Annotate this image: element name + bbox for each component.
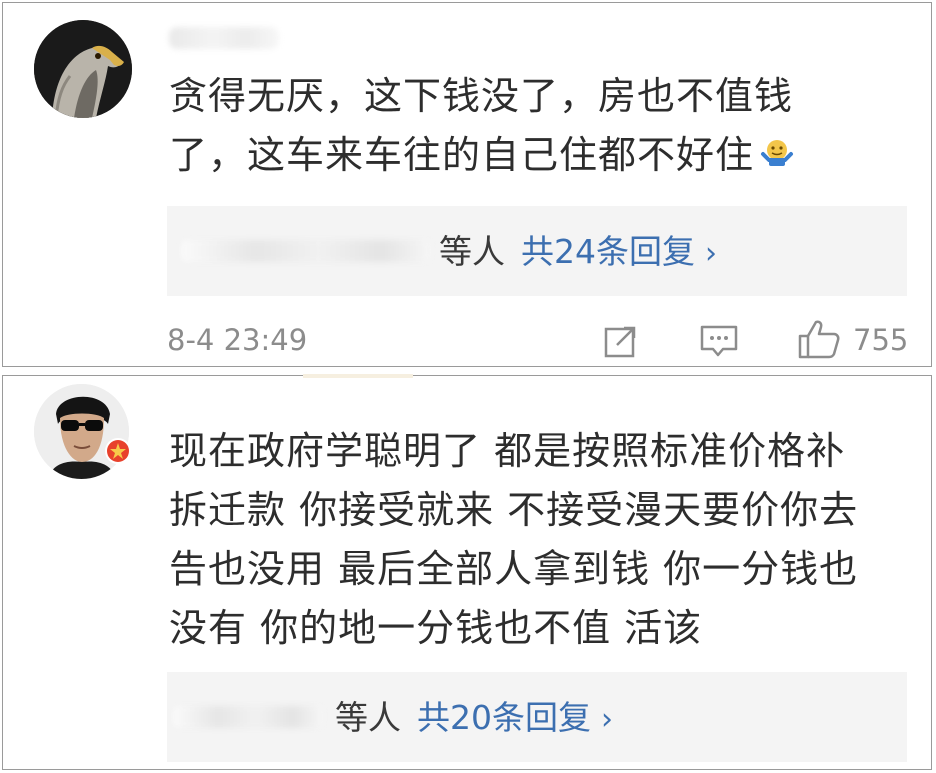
comment-card: 现在政府学聪明了 都是按照标准价格补 拆迁款 你接受就来 不接受漫天要价你去 告… (2, 374, 932, 770)
comment-icon[interactable] (699, 323, 739, 363)
comment-text: 现在政府学聪明了 都是按照标准价格补 拆迁款 你接受就来 不接受漫天要价你去 告… (169, 422, 858, 658)
reply-summary[interactable]: 等人 共24条回复 › (167, 206, 907, 296)
reply-suffix: 等人 (439, 232, 505, 271)
reply-suffix: 等人 (335, 698, 401, 737)
username-blurred[interactable] (169, 27, 279, 49)
reply-count-link[interactable]: 共24条回复 (521, 232, 695, 271)
comment-line: 了，这车来车往的自己住都不好住 (169, 133, 755, 177)
comment-text: 贪得无厌，这下钱没了，房也不值钱 了，这车来车往的自己住都不好住 (169, 67, 794, 187)
comment-time: 8-4 23:49 (167, 323, 308, 357)
replier-names-blurred (173, 706, 323, 728)
divider (303, 374, 413, 378)
reply-summary[interactable]: 等人 共20条回复 › (167, 672, 907, 762)
comment-line: 没有 你的地一分钱也不值 活该 (169, 606, 703, 650)
reply-count-link[interactable]: 共20条回复 (417, 698, 591, 737)
chevron-right-icon: › (705, 236, 717, 271)
like-count: 755 (853, 323, 909, 357)
comment-line: 现在政府学聪明了 都是按照标准价格补 (169, 429, 846, 473)
user-avatar[interactable] (34, 20, 132, 118)
eagle-avatar-icon (34, 20, 132, 118)
replier-names-blurred (181, 240, 431, 262)
thumbs-up-icon[interactable] (797, 318, 841, 364)
verified-badge-icon (104, 437, 132, 469)
comment-line: 贪得无厌，这下钱没了，房也不值钱 (169, 74, 794, 118)
share-icon[interactable] (603, 323, 639, 363)
comment-card: 贪得无厌，这下钱没了，房也不值钱 了，这车来车往的自己住都不好住 等人 共24条回… (2, 2, 932, 367)
comment-line: 告也没用 最后全部人拿到钱 你一分钱也 (169, 547, 859, 591)
shrug-emoji-icon (760, 128, 794, 187)
chevron-right-icon: › (601, 702, 613, 737)
comment-line: 拆迁款 你接受就来 不接受漫天要价你去 (169, 488, 859, 532)
